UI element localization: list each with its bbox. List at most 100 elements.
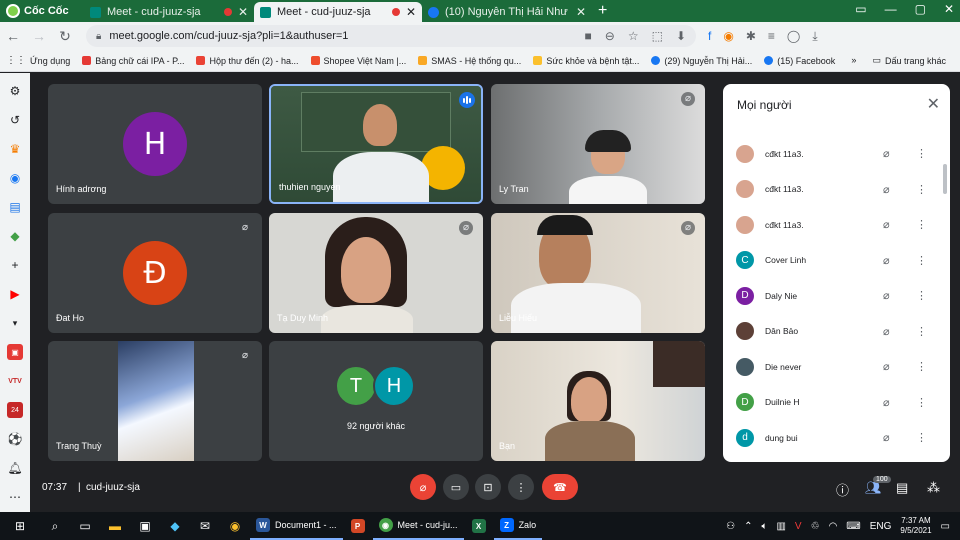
bookmarks-more-button[interactable]: » bbox=[851, 55, 856, 66]
more-options-icon[interactable]: ⋮ bbox=[916, 360, 927, 373]
mic-off-icon[interactable]: ⌀ bbox=[883, 254, 890, 267]
chevron-up-icon[interactable]: ⌃ bbox=[744, 521, 752, 532]
chevron-down-icon[interactable]: ▾ bbox=[7, 315, 23, 331]
system-clock[interactable]: 7:37 AM 9/5/2021 bbox=[900, 516, 931, 536]
more-options-icon[interactable]: ⋮ bbox=[916, 147, 927, 160]
close-tab-icon[interactable]: ✕ bbox=[576, 5, 586, 19]
more-icon[interactable]: ⋯ bbox=[7, 489, 23, 505]
windows-start-icon[interactable]: ⊞ bbox=[0, 512, 40, 540]
cast-icon[interactable]: ▭ bbox=[855, 2, 866, 16]
participant-row[interactable]: cđkt 11a3. ⌀ ⋮ bbox=[723, 172, 950, 208]
dictionary-icon[interactable]: ▤ bbox=[7, 199, 23, 215]
bookmark-item[interactable]: SMAS - Hệ thống qu... bbox=[412, 56, 527, 66]
mic-off-icon[interactable]: ⌀ bbox=[883, 396, 890, 409]
people-tray-icon[interactable]: ⚇ bbox=[726, 521, 735, 532]
more-options-icon[interactable]: ⋮ bbox=[916, 254, 927, 267]
back-arrow-icon[interactable]: ← bbox=[0, 28, 26, 44]
taskbar-app-meet[interactable]: ◉ Meet - cud-ju... bbox=[372, 512, 464, 540]
participant-row[interactable]: d dung bui ⌀ ⋮ bbox=[723, 420, 950, 456]
close-tab-icon[interactable]: ✕ bbox=[406, 5, 416, 19]
puzzle-icon[interactable]: ⬚ bbox=[652, 29, 663, 43]
mic-off-icon[interactable]: ⌀ bbox=[883, 289, 890, 302]
bookmark-item[interactable]: Shopee Việt Nam |... bbox=[305, 56, 413, 66]
extensions-icon[interactable]: ✱ bbox=[746, 29, 756, 44]
mic-off-icon[interactable]: ⌀ bbox=[883, 360, 890, 373]
mic-off-icon[interactable]: ⌀ bbox=[883, 431, 890, 444]
taskbar-app-zalo[interactable]: Z Zalo bbox=[493, 512, 543, 540]
more-options-icon[interactable]: ⋮ bbox=[916, 289, 927, 302]
vtv-icon[interactable]: VTV bbox=[7, 373, 23, 389]
new-tab-button[interactable]: + bbox=[592, 2, 613, 20]
mic-toggle-button[interactable]: ⌀ bbox=[410, 474, 436, 500]
minimize-icon[interactable]: — bbox=[885, 2, 897, 16]
app-icon[interactable]: ▣ bbox=[7, 344, 23, 360]
powerpoint-icon[interactable]: P bbox=[343, 512, 373, 540]
tray-app-icon[interactable]: ♲ bbox=[811, 521, 820, 532]
game-icon[interactable]: ◆ bbox=[7, 228, 23, 244]
participant-tile-speaking[interactable]: thuhien nguyen bbox=[269, 84, 483, 204]
history-icon[interactable]: ↺ bbox=[7, 112, 23, 128]
forward-arrow-icon[interactable]: → bbox=[26, 28, 52, 44]
participant-row[interactable]: cđkt 11a3. ⌀ ⋮ bbox=[723, 207, 950, 243]
mic-off-icon[interactable]: ⌀ bbox=[883, 183, 890, 196]
add-icon[interactable]: + bbox=[7, 257, 23, 273]
participant-tile[interactable]: ⌀ Trang Thuỳ bbox=[48, 341, 262, 461]
bookmark-item[interactable]: (15) Facebook bbox=[758, 56, 841, 66]
more-options-icon[interactable]: ⋮ bbox=[916, 183, 927, 196]
facebook-ext-icon[interactable]: f bbox=[708, 29, 711, 44]
download-icon[interactable]: ⬇ bbox=[676, 29, 686, 43]
keyboard-icon[interactable]: ⌨ bbox=[846, 521, 860, 532]
excel-icon[interactable]: X bbox=[464, 512, 494, 540]
present-button[interactable]: ⊡ bbox=[475, 474, 501, 500]
file-explorer-icon[interactable]: ▬ bbox=[100, 512, 130, 540]
crown-icon[interactable]: ♛ bbox=[7, 141, 23, 157]
youtube-icon[interactable]: ▶ bbox=[7, 286, 23, 302]
url-input[interactable]: 🔒︎ meet.google.com/cud-juuz-sja?pli=1&au… bbox=[86, 25, 696, 47]
search-icon[interactable]: ⌕ bbox=[40, 512, 70, 540]
participant-tile[interactable]: ⌀ Liễu Hiếu bbox=[491, 213, 705, 333]
taskbar-app-word[interactable]: W Document1 - ... bbox=[250, 512, 343, 540]
meeting-details-button[interactable]: ⓘ bbox=[836, 480, 849, 499]
participant-tile[interactable]: Đ ⌀ Đat Ho bbox=[48, 213, 262, 333]
camera-toggle-button[interactable]: ▭ bbox=[443, 474, 469, 500]
participant-group-tile[interactable]: T H 92 người khác bbox=[269, 341, 483, 461]
chrome-icon[interactable]: ◉ bbox=[220, 512, 250, 540]
bookmark-item[interactable]: ⋮⋮ Ứng dụng bbox=[0, 55, 76, 66]
mic-off-icon[interactable]: ⌀ bbox=[883, 218, 890, 231]
participant-row[interactable]: C Cover Linh ⌀ ⋮ bbox=[723, 243, 950, 279]
news-icon[interactable]: 24 bbox=[7, 402, 23, 418]
coccoc-ext-icon[interactable]: ◉ bbox=[723, 29, 733, 44]
people-button[interactable]: 👥︎ 100 bbox=[865, 476, 891, 496]
chat-button[interactable]: ▤ bbox=[896, 480, 908, 496]
participant-row[interactable]: D Daly Nie ⌀ ⋮ bbox=[723, 278, 950, 314]
soccer-icon[interactable]: ⚽ bbox=[7, 431, 23, 447]
mic-off-icon[interactable]: ⌀ bbox=[883, 325, 890, 338]
self-tile[interactable]: Bạn bbox=[491, 341, 705, 461]
wifi-icon[interactable]: ◠ bbox=[829, 521, 838, 532]
participant-tile[interactable]: ⌀ Ly Tran bbox=[491, 84, 705, 204]
browser-brand[interactable]: Cốc Cốc bbox=[0, 4, 84, 18]
tab-meet-2[interactable]: Meet - cud-juuz-sja ✕ bbox=[254, 2, 422, 22]
more-options-icon[interactable]: ⋮ bbox=[916, 325, 927, 338]
more-options-icon[interactable]: ⋮ bbox=[916, 396, 927, 409]
store-icon[interactable]: ▣ bbox=[130, 512, 160, 540]
participant-row[interactable]: Dân Bảo ⌀ ⋮ bbox=[723, 314, 950, 350]
participant-row[interactable]: Die never ⌀ ⋮ bbox=[723, 349, 950, 385]
bookmark-item[interactable]: Sức khỏe và bệnh tật... bbox=[527, 56, 645, 66]
participant-tile[interactable]: H Hính adrơng bbox=[48, 84, 262, 204]
bookmark-item[interactable]: (29) Nguyễn Thị Hải... bbox=[645, 56, 758, 66]
network-icon[interactable]: ▥ bbox=[776, 521, 785, 532]
profile-icon[interactable]: ◯ bbox=[787, 29, 800, 44]
zoom-icon[interactable]: ⊖ bbox=[605, 29, 615, 43]
more-options-icon[interactable]: ⋮ bbox=[916, 218, 927, 231]
menu-icon[interactable]: ≡ bbox=[768, 29, 775, 44]
notifications-icon[interactable]: ▭ bbox=[941, 521, 950, 532]
participant-row[interactable]: cđkt 11a3. ⌀ ⋮ bbox=[723, 136, 950, 172]
participant-tile[interactable]: ⌀ Tạ Duy Minh bbox=[269, 213, 483, 333]
mic-off-icon[interactable]: ⌀ bbox=[883, 147, 890, 160]
vivaldi-icon[interactable]: V bbox=[795, 521, 802, 532]
activities-button[interactable]: ⁂ bbox=[927, 480, 940, 496]
maximize-icon[interactable]: ▢ bbox=[915, 2, 926, 16]
mail-icon[interactable]: ✉ bbox=[190, 512, 220, 540]
task-view-icon[interactable]: ▭ bbox=[70, 512, 100, 540]
